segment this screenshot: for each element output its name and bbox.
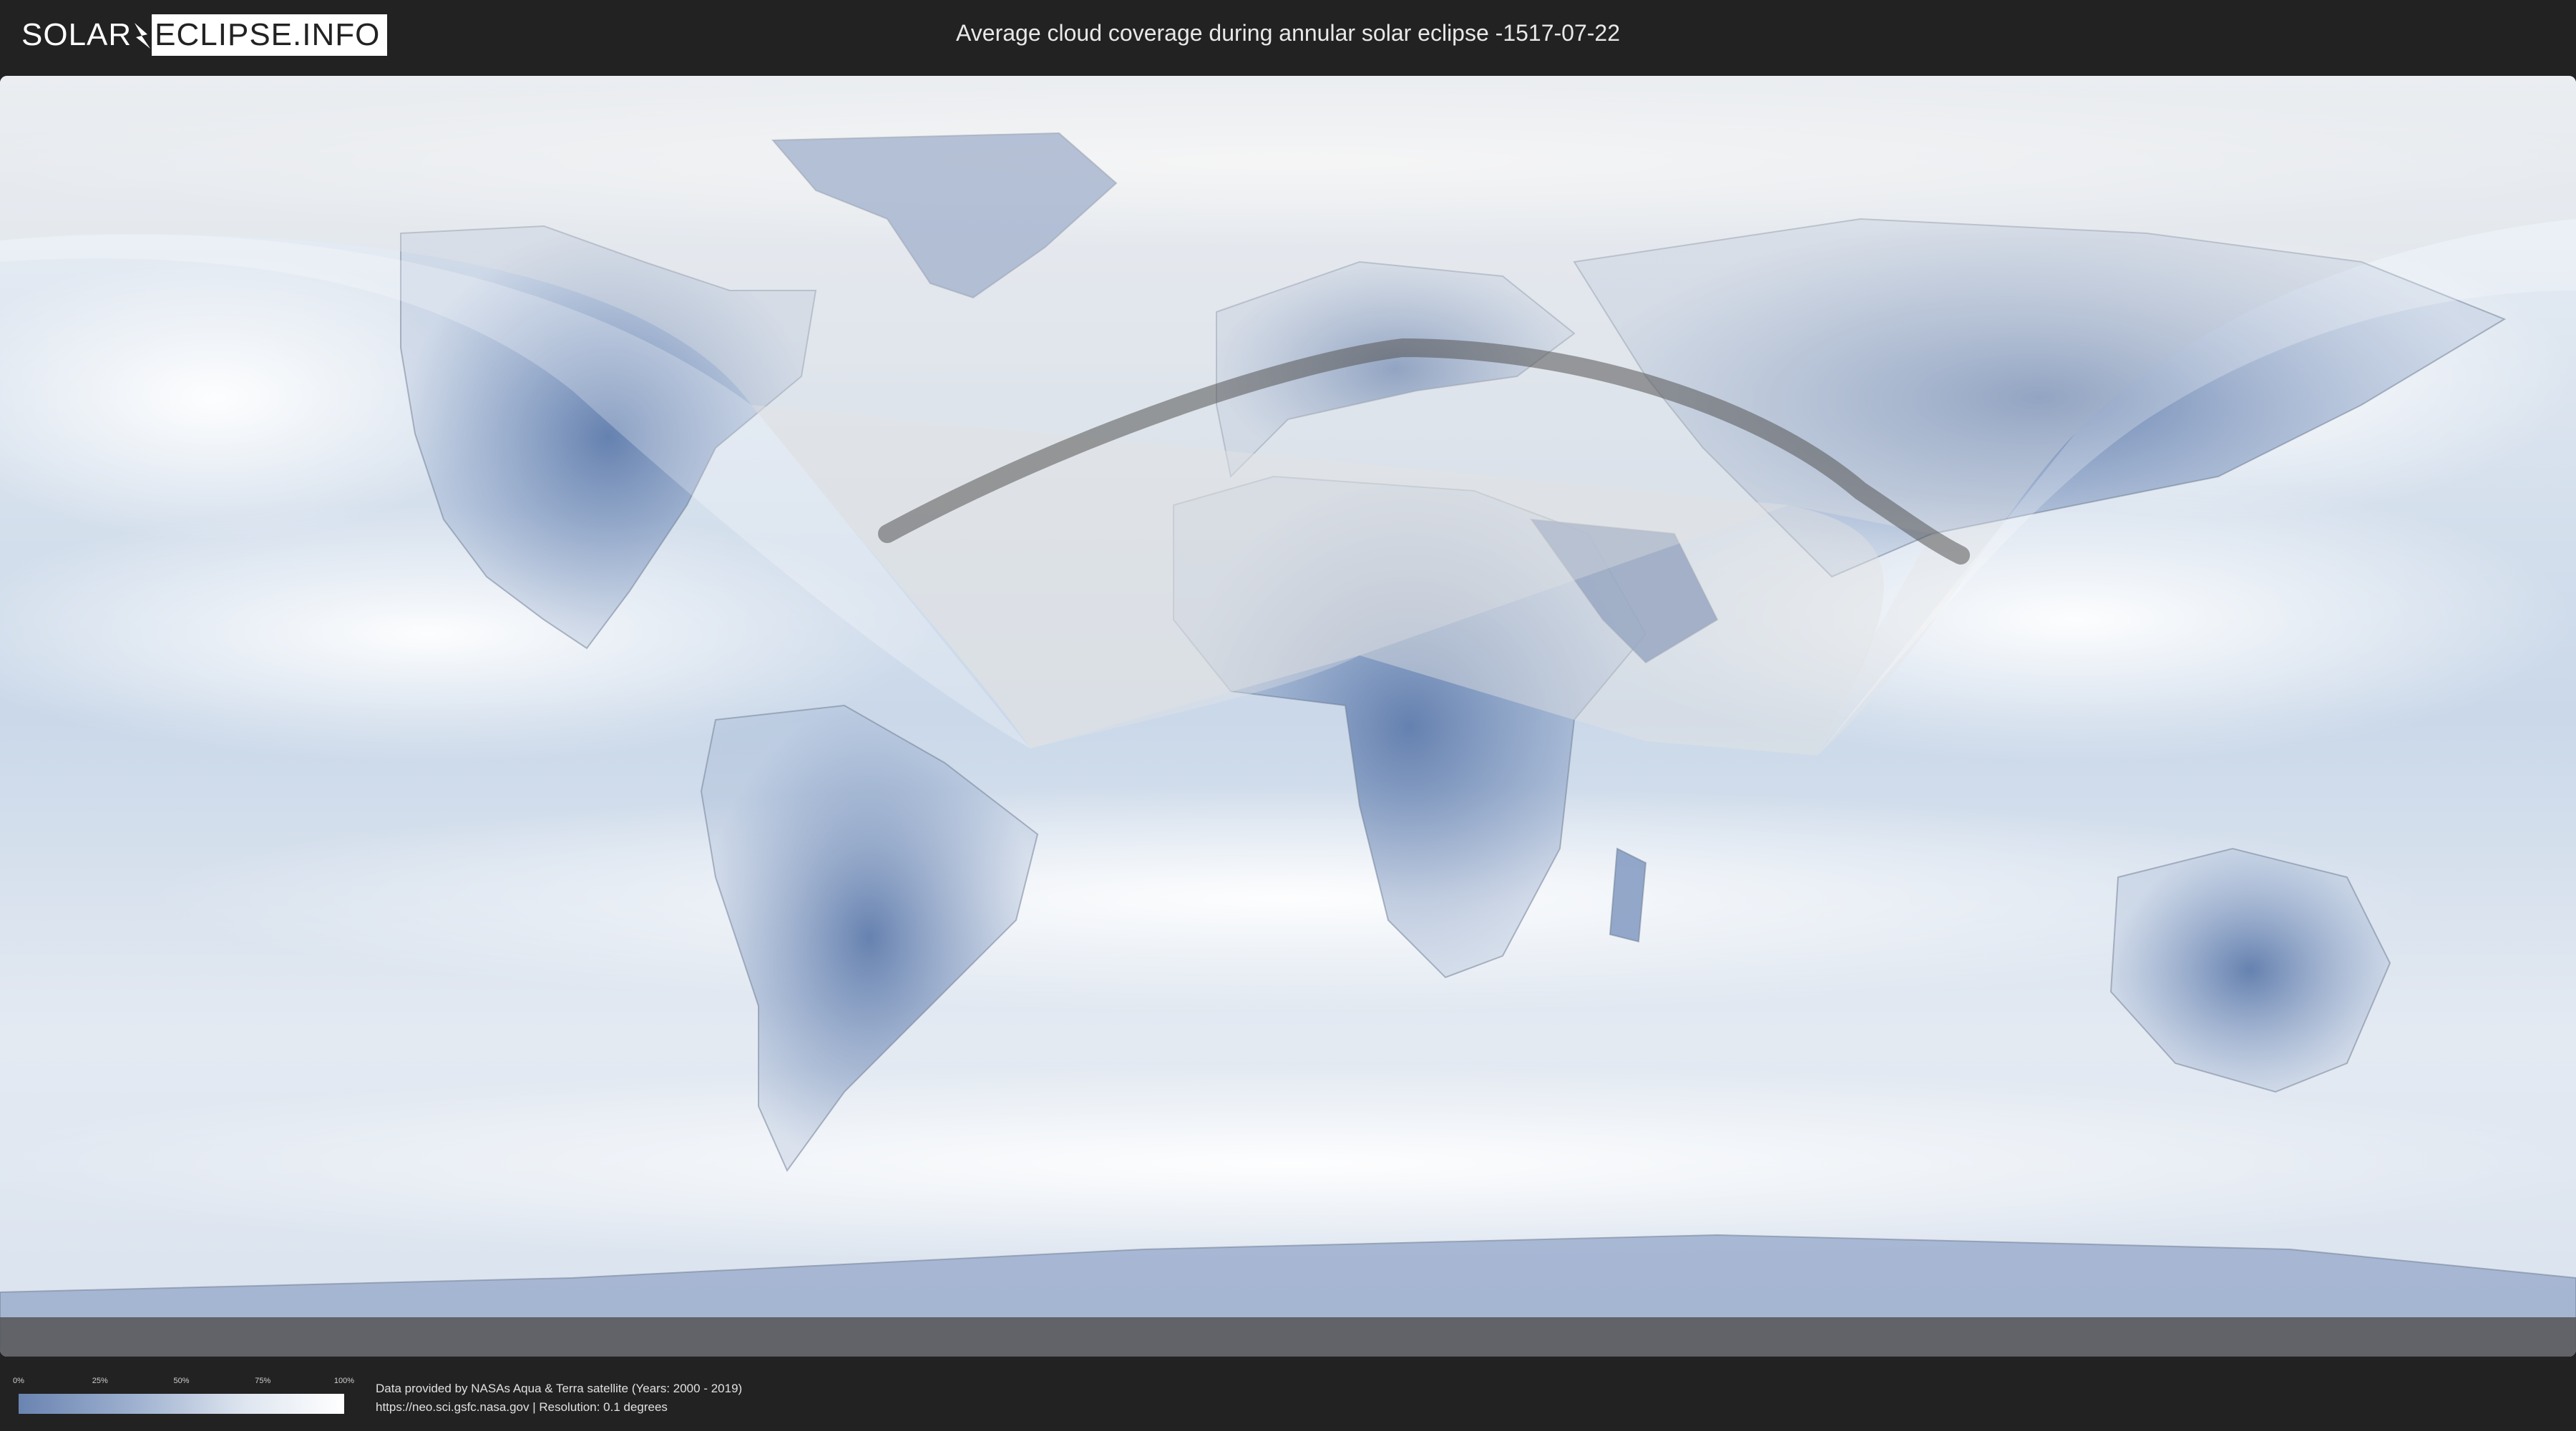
credits-line-url: https://neo.sci.gsfc.nasa.gov | Resoluti… bbox=[376, 1400, 668, 1414]
footer-bar: 0% 25% 50% 75% 100% Data provided by NAS… bbox=[0, 1358, 2576, 1431]
world-cloud-map[interactable] bbox=[0, 76, 2576, 1357]
map-bottom-edge bbox=[0, 1317, 2576, 1357]
legend-tick-25: 25% bbox=[92, 1377, 108, 1385]
page-title: Average cloud coverage during annular so… bbox=[956, 20, 1620, 46]
cloud-coverage-legend: 0% 25% 50% 75% 100% bbox=[13, 1377, 354, 1414]
legend-tick-50: 50% bbox=[173, 1377, 190, 1385]
legend-tick-0: 0% bbox=[13, 1377, 24, 1385]
credits-line-source: Data provided by NASAs Aqua & Terra sate… bbox=[376, 1382, 743, 1395]
legend-ticks: 0% 25% 50% 75% 100% bbox=[13, 1377, 354, 1390]
madagascar bbox=[1609, 847, 1647, 943]
header-bar: SOLAR ECLIPSE.INFO Average cloud coverag… bbox=[0, 0, 2576, 72]
legend-color-scale bbox=[19, 1394, 344, 1414]
legend-tick-100: 100% bbox=[333, 1377, 355, 1385]
data-credits: Data provided by NASAs Aqua & Terra sate… bbox=[376, 1379, 742, 1417]
legend-tick-75: 75% bbox=[255, 1377, 271, 1385]
